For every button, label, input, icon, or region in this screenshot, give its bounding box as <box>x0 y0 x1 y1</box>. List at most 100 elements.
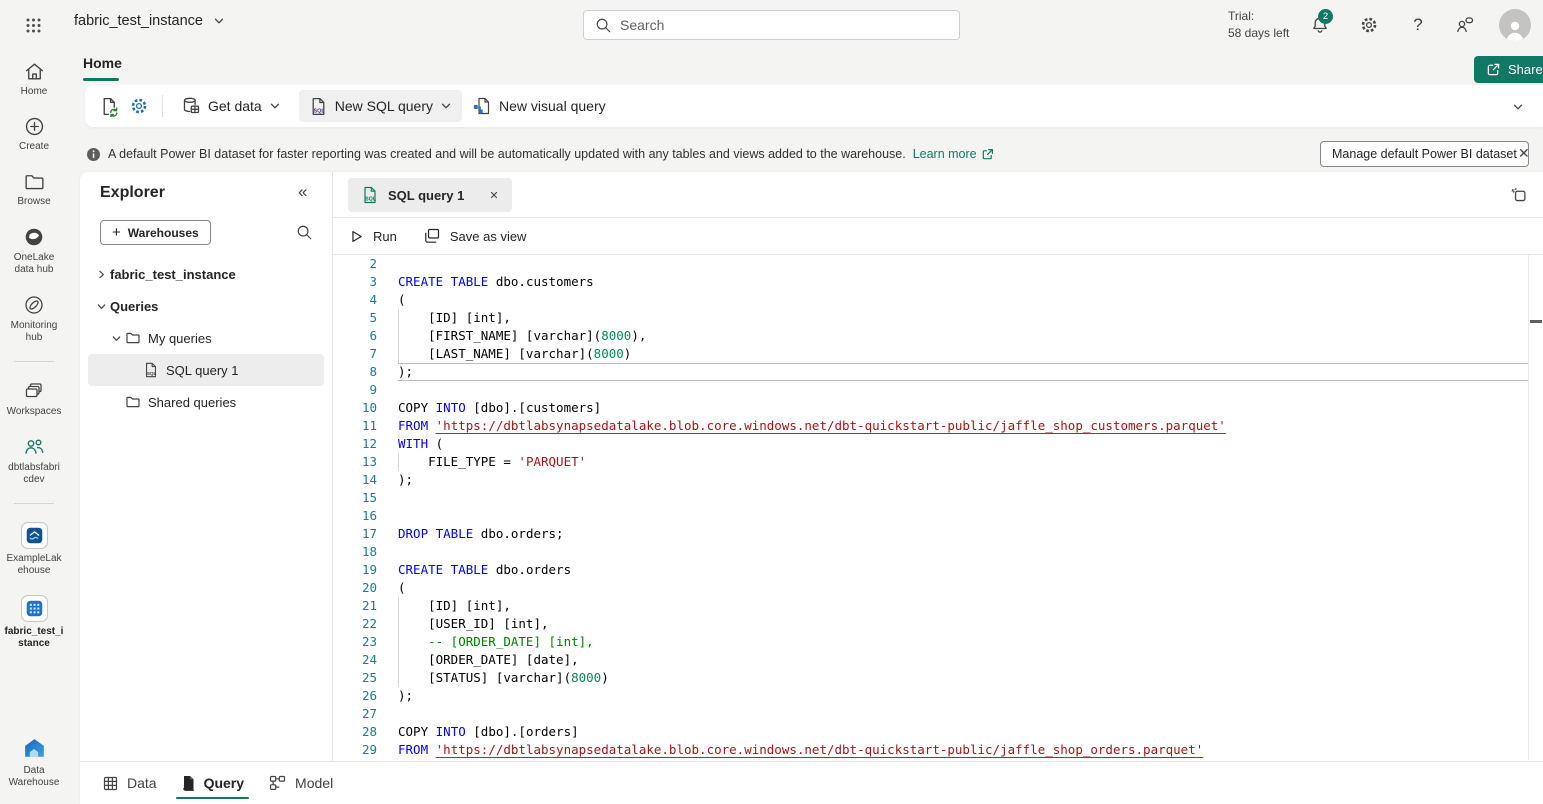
new-warehouse-button[interactable]: + Warehouses <box>100 220 211 245</box>
person-icon <box>1502 17 1528 41</box>
line-number: 22 <box>333 615 377 633</box>
settings-gear-icon[interactable] <box>1357 13 1381 37</box>
search-input[interactable] <box>620 17 949 33</box>
editor-line-8[interactable]: 8); <box>333 363 1529 381</box>
editor-line-27[interactable]: 27 <box>333 705 1529 723</box>
editor-line-22[interactable]: 22 [USER_ID] [int], <box>333 615 1529 633</box>
editor-line-6[interactable]: 6 [FIRST_NAME] [varchar](8000), <box>333 327 1529 345</box>
global-search[interactable] <box>583 10 960 40</box>
editor-line-5[interactable]: 5 [ID] [int], <box>333 309 1529 327</box>
rail-item-browse[interactable]: Browse <box>2 168 66 210</box>
editor-line-14[interactable]: 14); <box>333 471 1529 489</box>
tree-item-shared-queries[interactable]: Shared queries <box>88 386 324 418</box>
rail-item-data-warehouse[interactable]: Data Warehouse <box>2 733 66 791</box>
ribbon-tab-home[interactable]: Home <box>83 55 122 77</box>
share-button[interactable]: Share <box>1474 56 1543 83</box>
rail-item-examplelakehouse[interactable]: ExampleLak ehouse <box>2 519 66 579</box>
editor-line-4[interactable]: 4( <box>333 291 1529 309</box>
tree-item-label: Queries <box>110 299 158 314</box>
editor-line-23[interactable]: 23 -- [ORDER_DATE] [int], <box>333 633 1529 651</box>
editor-line-3[interactable]: 3CREATE TABLE dbo.customers <box>333 273 1529 291</box>
query-tab[interactable]: SQL SQL query 1 ✕ <box>348 178 512 212</box>
collapse-panel-icon[interactable]: « <box>298 182 307 202</box>
editor-line-2[interactable]: 2 <box>333 255 1529 273</box>
editor-scrollbar-track[interactable] <box>1528 255 1529 760</box>
editor-line-11[interactable]: 11FROM 'https://dbtlabsynapsedatalake.bl… <box>333 417 1529 435</box>
close-tab-icon[interactable]: ✕ <box>489 189 498 202</box>
learn-more-link[interactable]: Learn more <box>913 147 994 161</box>
new-sql-query-button[interactable]: SQL New SQL query <box>299 90 462 122</box>
editor-line-24[interactable]: 24 [ORDER_DATE] [date], <box>333 651 1529 669</box>
manage-default-dataset-button[interactable]: Manage default Power BI dataset <box>1320 141 1529 167</box>
editor-line-17[interactable]: 17DROP TABLE dbo.orders; <box>333 525 1529 543</box>
editor-line-18[interactable]: 18 <box>333 543 1529 561</box>
refresh-document-icon[interactable] <box>94 91 124 121</box>
explorer-search-icon[interactable] <box>294 222 314 242</box>
rail-item-dbtlabsfabricdev[interactable]: dbtlabsfabri cdev <box>2 433 66 488</box>
copy-icon[interactable] <box>1509 186 1528 205</box>
rail-item-workspaces[interactable]: Workspaces <box>2 377 66 420</box>
new-visual-query-button[interactable]: New visual query <box>462 90 616 122</box>
nav-rail: Home Create Browse OneLake data hub Monitori… <box>0 50 68 804</box>
editor-line-20[interactable]: 20( <box>333 579 1529 597</box>
editor-line-16[interactable]: 16 <box>333 507 1529 525</box>
editor-line-10[interactable]: 10COPY INTO [dbo].[customers] <box>333 399 1529 417</box>
rail-item-label: OneLake data hub <box>14 252 55 276</box>
line-number: 20 <box>333 579 377 597</box>
feedback-icon[interactable] <box>1452 13 1476 37</box>
run-button[interactable]: Run <box>349 229 397 244</box>
external-link-icon <box>981 148 994 161</box>
code-text: ); <box>398 363 1529 381</box>
editor-line-29[interactable]: 29FROM 'https://dbtlabsynapsedatalake.bl… <box>333 741 1529 759</box>
tree-item-queries[interactable]: Queries <box>88 290 324 322</box>
editor-line-21[interactable]: 21 [ID] [int], <box>333 597 1529 615</box>
editor-line-7[interactable]: 7 [LAST_NAME] [varchar](8000) <box>333 345 1529 363</box>
editor-line-13[interactable]: 13 FILE_TYPE = 'PARQUET' <box>333 453 1529 471</box>
save-as-view-button[interactable]: Save as view <box>423 227 527 245</box>
chevron-down-icon[interactable] <box>108 333 125 344</box>
tree-item-sql-query-1[interactable]: SQLSQL query 1 <box>88 354 324 386</box>
bottom-tab-query[interactable]: Query <box>176 762 249 804</box>
avatar[interactable] <box>1499 9 1531 41</box>
rail-item-monitoring-hub[interactable]: Monitoring hub <box>2 291 66 346</box>
line-number: 9 <box>333 381 377 399</box>
active-tab-underline <box>83 78 119 81</box>
editor-line-26[interactable]: 26); <box>333 687 1529 705</box>
chevron-down-icon[interactable] <box>93 301 110 312</box>
rail-item-onelake-data-hub[interactable]: OneLake data hub <box>2 223 66 278</box>
bottom-tab-label: Query <box>204 775 244 791</box>
share-icon <box>1486 62 1501 77</box>
waffle-icon[interactable] <box>22 14 44 36</box>
editor-line-25[interactable]: 25 [STATUS] [varchar](8000) <box>333 669 1529 687</box>
sql-code-editor[interactable]: 23CREATE TABLE dbo.customers4(5 [ID] [in… <box>333 255 1529 760</box>
query-area: SQL SQL query 1 ✕ Run Save as view 23CRE… <box>333 172 1543 804</box>
code-text: FILE_TYPE = 'PARQUET' <box>398 453 1529 471</box>
rail-item-home[interactable]: Home <box>2 58 66 100</box>
settings-icon[interactable] <box>124 91 154 121</box>
editor-line-28[interactable]: 28COPY INTO [dbo].[orders] <box>333 723 1529 741</box>
line-number: 6 <box>333 327 377 345</box>
line-number: 23 <box>333 633 377 651</box>
help-icon[interactable]: ? <box>1406 13 1430 37</box>
bottom-tab-data[interactable]: Data <box>97 762 162 804</box>
tree-item-my-queries[interactable]: My queries <box>88 322 324 354</box>
rail-item-fabric-test-instance[interactable]: fabric_test_i stance <box>2 592 66 652</box>
get-data-button[interactable]: Get data <box>171 90 291 122</box>
editor-line-15[interactable]: 15 <box>333 489 1529 507</box>
workspace-name: fabric_test_instance <box>74 13 203 29</box>
banner-close-icon[interactable]: ✕ <box>1518 145 1530 162</box>
editor-line-12[interactable]: 12WITH ( <box>333 435 1529 453</box>
rail-item-create[interactable]: Create <box>2 113 66 155</box>
tree-item-fabric-test-instance[interactable]: fabric_test_instance <box>88 258 324 290</box>
editor-line-19[interactable]: 19CREATE TABLE dbo.orders <box>333 561 1529 579</box>
chevron-right-icon[interactable] <box>93 269 110 280</box>
code-text: ); <box>398 687 1529 705</box>
rail-item-label: dbtlabsfabri cdev <box>8 462 60 486</box>
workspace-switcher[interactable]: fabric_test_instance <box>74 13 225 29</box>
svg-text:SQL: SQL <box>313 108 325 114</box>
query-toolbar: Run Save as view <box>333 218 1543 254</box>
editor-line-9[interactable]: 9 <box>333 381 1529 399</box>
bottom-tab-model[interactable]: Model <box>263 762 338 804</box>
collapse-ribbon-chevron-icon[interactable] <box>1508 100 1528 114</box>
warehouse-icon <box>20 594 49 623</box>
